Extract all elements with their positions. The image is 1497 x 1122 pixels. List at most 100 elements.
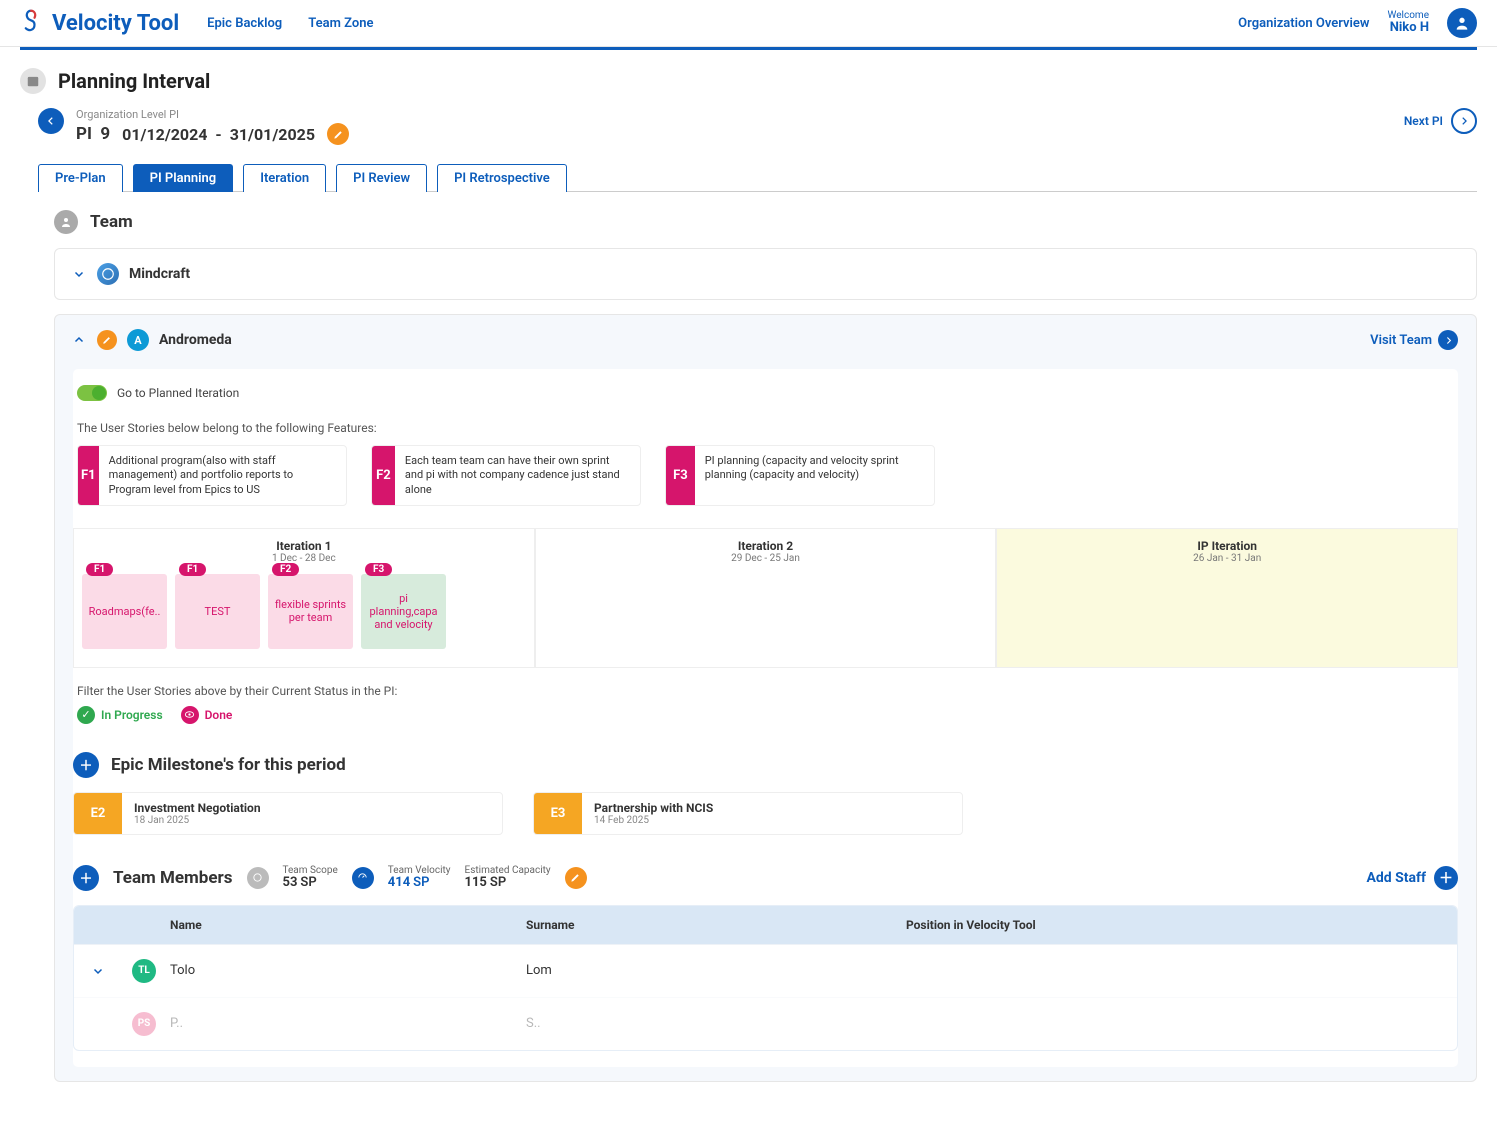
- feature-f2[interactable]: F2 Each team team can have their own spr…: [371, 445, 641, 506]
- team-card-andromeda: A Andromeda Visit Team Go to Planned Ite…: [54, 314, 1477, 1082]
- add-member-button[interactable]: ＋: [73, 865, 99, 891]
- collapse-andromeda-button[interactable]: [73, 334, 87, 346]
- members-title: Team Members: [113, 868, 233, 888]
- milestone-title: Investment Negotiation: [134, 801, 261, 815]
- expand-mindcraft-button[interactable]: [73, 268, 87, 280]
- filter-in-progress-label: In Progress: [101, 708, 163, 722]
- member-name: Tolo: [166, 963, 526, 978]
- milestone-card[interactable]: E3 Partnership with NCIS 14 Feb 2025: [533, 792, 963, 835]
- chevron-right-icon: [1459, 116, 1469, 126]
- top-nav: Velocity Tool Epic Backlog Team Zone Org…: [0, 0, 1497, 47]
- filter-in-progress[interactable]: ✓ In Progress: [77, 706, 163, 724]
- content: Team Mindcraft: [20, 192, 1477, 1082]
- story-feature-tag: F2: [272, 563, 299, 576]
- logo-block: Velocity Tool: [20, 9, 179, 37]
- sp-unit: SP: [300, 875, 316, 890]
- story-title: Roadmaps(fe..: [89, 605, 161, 618]
- andromeda-avatar-icon: A: [127, 329, 149, 351]
- page-title: Planning Interval: [58, 69, 210, 93]
- feature-text: Additional program(also with staff manag…: [99, 446, 346, 505]
- pi-tabs: Pre-Plan PI Planning Iteration PI Review…: [38, 163, 1477, 192]
- expand-row-button[interactable]: [92, 965, 132, 977]
- feature-f1[interactable]: F1 Additional program(also with staff ma…: [77, 445, 347, 506]
- welcome-user-name: Niko H: [1388, 21, 1429, 35]
- team-name-mindcraft: Mindcraft: [129, 266, 190, 282]
- app-logo-icon: [20, 9, 42, 37]
- story-card[interactable]: F2 flexible sprints per team: [268, 574, 353, 649]
- visit-team-label: Visit Team: [1370, 333, 1432, 348]
- story-card[interactable]: F3 pi planning,capa and velocity: [361, 574, 446, 649]
- team-section-title: Team: [90, 212, 133, 232]
- scope-icon: [247, 867, 269, 889]
- milestone-date: 18 Jan 2025: [134, 815, 261, 826]
- story-title: pi planning,capa and velocity: [365, 592, 442, 631]
- andromeda-body: Go to Planned Iteration The User Stories…: [73, 369, 1458, 1067]
- filter-done[interactable]: Done: [181, 706, 233, 724]
- feature-badge: F2: [372, 446, 395, 505]
- eye-icon: [181, 706, 199, 724]
- edit-team-button[interactable]: [97, 330, 117, 350]
- edit-pi-button[interactable]: [327, 123, 349, 145]
- tab-preplan[interactable]: Pre-Plan: [38, 164, 123, 192]
- add-staff-label: Add Staff: [1366, 870, 1426, 886]
- user-avatar-button[interactable]: [1447, 8, 1477, 38]
- iteration-2-column: Iteration 2 29 Dec - 25 Jan: [535, 528, 997, 668]
- col-name: Name: [166, 918, 526, 932]
- iteration-2-title: Iteration 2: [544, 539, 988, 553]
- tab-iteration[interactable]: Iteration: [243, 164, 326, 192]
- add-milestone-button[interactable]: ＋: [73, 752, 99, 778]
- ip-iteration-dates: 26 Jan - 31 Jan: [1005, 553, 1449, 564]
- toggle-label: Go to Planned Iteration: [117, 386, 239, 400]
- feature-f3[interactable]: F3 PI planning (capacity and velocity sp…: [665, 445, 935, 506]
- pencil-icon: [102, 335, 112, 345]
- iteration-board: Iteration 1 1 Dec - 28 Dec F1 Roadmaps(f…: [73, 528, 1458, 668]
- member-name: P..: [166, 1016, 526, 1031]
- filter-done-label: Done: [205, 708, 233, 722]
- estimated-capacity-metric: Estimated Capacity 115SP: [465, 865, 551, 890]
- chevron-right-icon: [1444, 336, 1453, 345]
- top-links: Epic Backlog Team Zone: [207, 16, 373, 31]
- estimated-capacity-value: 115: [465, 875, 487, 890]
- story-feature-tag: F1: [179, 563, 206, 576]
- feature-text: Each team team can have their own sprint…: [395, 446, 640, 505]
- story-card[interactable]: F1 Roadmaps(fe..: [82, 574, 167, 649]
- iteration-1-title: Iteration 1: [82, 539, 526, 553]
- tab-pi-review[interactable]: PI Review: [336, 164, 427, 192]
- nav-org-overview[interactable]: Organization Overview: [1238, 16, 1369, 31]
- milestone-card[interactable]: E2 Investment Negotiation 18 Jan 2025: [73, 792, 503, 835]
- features-row: F1 Additional program(also with staff ma…: [73, 445, 1458, 506]
- chevron-down-icon: [92, 965, 104, 977]
- members-table-header: Name Surname Position in Velocity Tool: [74, 906, 1457, 944]
- chevron-up-icon: [73, 334, 85, 346]
- visit-team-link[interactable]: Visit Team: [1370, 330, 1458, 350]
- members-table: Name Surname Position in Velocity Tool T…: [73, 905, 1458, 1051]
- nav-epic-backlog[interactable]: Epic Backlog: [207, 16, 282, 31]
- story-card[interactable]: F1 TEST: [175, 574, 260, 649]
- member-avatar: TL: [132, 959, 156, 983]
- ip-iteration-title: IP Iteration: [1005, 539, 1449, 553]
- pi-header-row: Organization Level PI PI 9 01/12/2024 - …: [38, 108, 1477, 145]
- tab-pi-planning[interactable]: PI Planning: [133, 164, 234, 192]
- milestone-badge: E3: [534, 793, 582, 834]
- feature-badge: F1: [78, 446, 99, 505]
- add-staff-button[interactable]: Add Staff ＋: [1366, 866, 1458, 890]
- next-pi-label[interactable]: Next PI: [1404, 114, 1443, 128]
- member-surname: Lom: [526, 963, 906, 978]
- go-to-planned-iteration-toggle[interactable]: [77, 385, 107, 401]
- team-velocity-metric: Team Velocity 414SP: [388, 865, 451, 890]
- team-scope-value: 53: [283, 875, 298, 890]
- next-pi-button[interactable]: [1451, 108, 1477, 134]
- pi-date-start: 01/12/2024: [122, 125, 207, 144]
- prev-pi-button[interactable]: [38, 108, 64, 134]
- tab-pi-retro[interactable]: PI Retrospective: [437, 164, 567, 192]
- feature-badge: F3: [666, 446, 695, 505]
- edit-capacity-button[interactable]: [565, 867, 587, 889]
- team-card-mindcraft: Mindcraft: [54, 248, 1477, 300]
- feature-text: PI planning (capacity and velocity sprin…: [695, 446, 934, 505]
- page: Planning Interval Organization Level PI …: [0, 68, 1497, 1122]
- iteration-2-dates: 29 Dec - 25 Jan: [544, 553, 988, 564]
- col-surname: Surname: [526, 918, 906, 932]
- nav-team-zone[interactable]: Team Zone: [308, 16, 373, 31]
- pi-label: PI: [76, 124, 92, 144]
- pencil-icon: [570, 872, 581, 883]
